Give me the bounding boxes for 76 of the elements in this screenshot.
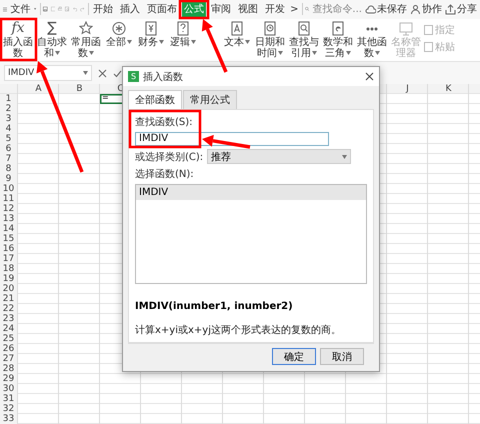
more-tabs-arrow[interactable]: > bbox=[290, 4, 299, 15]
row-header[interactable]: 16 bbox=[0, 244, 17, 254]
row-header[interactable]: 11 bbox=[0, 194, 17, 204]
app-badge: S bbox=[128, 71, 139, 82]
row-header[interactable]: 12 bbox=[0, 204, 17, 214]
dialog-button[interactable]: 确定 bbox=[272, 348, 316, 365]
ribbon-tab[interactable]: 开始 bbox=[91, 1, 116, 18]
function-search-field[interactable]: IMDIV bbox=[135, 132, 329, 146]
ribbon-tab[interactable]: 页面布 bbox=[145, 1, 180, 18]
row-header[interactable]: 29 bbox=[0, 374, 17, 384]
function-list-label: 选择函数(N): bbox=[135, 168, 195, 181]
row-header[interactable]: 25 bbox=[0, 334, 17, 344]
category-dropdown[interactable]: 推荐 bbox=[207, 149, 352, 164]
file-menu[interactable]: 文件 bbox=[10, 2, 30, 16]
column-header[interactable]: B bbox=[59, 84, 100, 94]
ribbon-button[interactable]: ∑ 自动求和 bbox=[36, 20, 68, 59]
column-header[interactable]: A bbox=[18, 84, 59, 94]
ribbon-button[interactable]: 其他函数 bbox=[356, 20, 388, 59]
ribbon-button[interactable]: 全部 bbox=[104, 20, 134, 48]
ribbon-button[interactable]: 文本 bbox=[222, 20, 252, 48]
category-label: 或选择类别(C): bbox=[135, 150, 204, 164]
row-header[interactable]: 28 bbox=[0, 364, 17, 374]
function-signature: IMDIV(inumber1, inumber2) bbox=[135, 301, 294, 312]
row-header[interactable]: 19 bbox=[0, 274, 17, 284]
row-header[interactable]: 14 bbox=[0, 224, 17, 234]
row-header[interactable]: 13 bbox=[0, 214, 17, 224]
row-header[interactable]: 15 bbox=[0, 234, 17, 244]
ribbon-button[interactable]: 逻辑 bbox=[168, 20, 198, 48]
name-box[interactable]: IMDIV bbox=[4, 65, 92, 82]
function-description: 计算x+yi或x+yj这两个形式表达的复数的商。 bbox=[135, 324, 342, 337]
ribbon-tab[interactable]: 开发 bbox=[263, 1, 288, 18]
row-header[interactable]: 21 bbox=[0, 294, 17, 304]
dialog-tab[interactable]: 常用公式 bbox=[183, 90, 237, 109]
toolbar-action[interactable]: 分享 bbox=[456, 2, 477, 16]
row-header[interactable]: 9 bbox=[0, 174, 17, 184]
row-header[interactable]: 26 bbox=[0, 344, 17, 354]
row-header[interactable]: 33 bbox=[0, 414, 17, 424]
row-header[interactable]: 2 bbox=[0, 104, 17, 114]
row-header[interactable]: 30 bbox=[0, 384, 17, 394]
row-header[interactable]: 31 bbox=[0, 394, 17, 404]
row-header[interactable]: 8 bbox=[0, 164, 17, 174]
row-header[interactable]: 1 bbox=[0, 94, 17, 104]
function-icon: fx bbox=[11, 20, 25, 36]
dialog-button[interactable]: 取消 bbox=[320, 348, 364, 365]
ribbon-button[interactable]: 日期和时间 bbox=[254, 20, 286, 59]
function-item[interactable]: IMDIV bbox=[136, 185, 366, 200]
dialog-title: 插入函数 bbox=[143, 70, 183, 84]
ribbon-tab[interactable]: 审阅 bbox=[209, 1, 234, 18]
row-header[interactable]: 17 bbox=[0, 254, 17, 264]
row-header[interactable]: 3 bbox=[0, 114, 17, 124]
row-header[interactable]: 18 bbox=[0, 264, 17, 274]
row-header[interactable]: 32 bbox=[0, 404, 17, 414]
ribbon-button[interactable]: fx 插入函数 bbox=[2, 20, 34, 59]
toolbar-action[interactable]: 未保存 bbox=[376, 2, 407, 16]
ribbon-tab[interactable]: 视图 bbox=[236, 1, 260, 18]
toolbar-action[interactable]: 协作 bbox=[422, 2, 442, 16]
ribbon-button[interactable]: 数学和三角 bbox=[322, 20, 354, 59]
row-header[interactable]: 20 bbox=[0, 284, 17, 294]
row-header[interactable]: 6 bbox=[0, 144, 17, 154]
row-header[interactable]: 4 bbox=[0, 124, 17, 134]
ribbon-tab[interactable]: 插入 bbox=[118, 1, 142, 18]
column-header[interactable]: K bbox=[428, 84, 469, 94]
search-label: 查找函数(S): bbox=[135, 116, 194, 129]
ribbon-button[interactable]: 查找与引用 bbox=[288, 20, 320, 59]
column-header[interactable]: J bbox=[387, 84, 428, 94]
row-header[interactable]: 27 bbox=[0, 354, 17, 364]
row-header[interactable]: 7 bbox=[0, 154, 17, 164]
dialog-tab[interactable]: 全部函数 bbox=[128, 90, 182, 109]
row-header[interactable]: 22 bbox=[0, 304, 17, 314]
ribbon-button[interactable]: 常用函数 bbox=[70, 20, 102, 59]
row-header[interactable]: 23 bbox=[0, 314, 17, 324]
ribbon-button[interactable]: 财务 bbox=[136, 20, 166, 48]
function-icon: ∑ bbox=[47, 20, 57, 36]
row-header[interactable]: 24 bbox=[0, 324, 17, 334]
row-header[interactable]: 5 bbox=[0, 134, 17, 144]
row-header[interactable]: 10 bbox=[0, 184, 17, 194]
